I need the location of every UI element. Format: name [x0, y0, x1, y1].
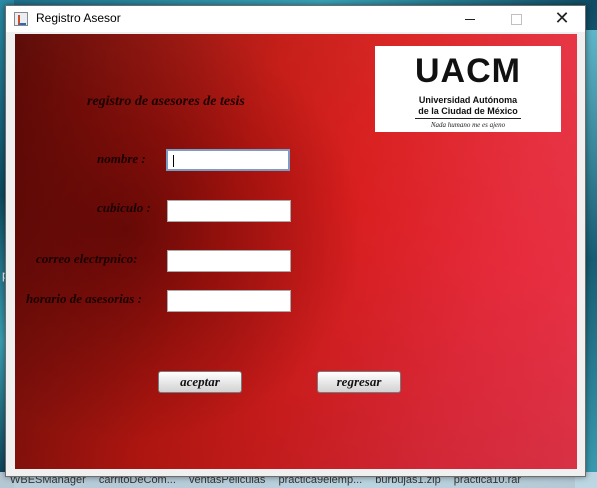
logo-wordmark: UACM	[415, 52, 521, 90]
logo-university-line1: Universidad Autónoma	[418, 95, 518, 105]
maximize-icon	[510, 13, 522, 25]
title-bar[interactable]: Registro Asesor ✕	[6, 6, 585, 32]
nombre-input[interactable]	[166, 149, 290, 171]
cubiculo-input[interactable]	[167, 200, 291, 222]
form-panel: UACM Universidad Autónoma de la Ciudad d…	[15, 34, 577, 469]
nombre-label: nombre :	[97, 151, 146, 166]
logo-motto: Nada humano me es ajeno	[430, 121, 506, 129]
uacm-logo: UACM Universidad Autónoma de la Ciudad d…	[375, 46, 561, 132]
aceptar-button[interactable]: aceptar	[158, 371, 242, 393]
correo-label: correo electrpnico:	[36, 251, 138, 266]
maximize-button[interactable]	[493, 6, 539, 32]
window-title: Registro Asesor	[36, 11, 121, 25]
horario-label: horario de asesorias :	[26, 291, 142, 306]
form-heading: registro de asesores de tesis	[87, 94, 245, 109]
close-icon: ✕	[554, 8, 570, 29]
minimize-icon	[465, 18, 475, 20]
minimize-button[interactable]	[447, 6, 493, 32]
logo-divider	[415, 118, 521, 119]
logo-university-line2: de la Ciudad de México	[418, 106, 518, 116]
java-app-icon	[14, 12, 28, 26]
cubiculo-label: cubiculo :	[97, 200, 151, 215]
text-caret	[173, 155, 174, 167]
horario-input[interactable]	[167, 290, 291, 312]
registro-asesor-window: Registro Asesor ✕ UACM Universidad Autón…	[5, 5, 586, 477]
correo-input[interactable]	[167, 250, 291, 272]
regresar-button[interactable]: regresar	[317, 371, 401, 393]
close-button[interactable]: ✕	[539, 6, 585, 32]
